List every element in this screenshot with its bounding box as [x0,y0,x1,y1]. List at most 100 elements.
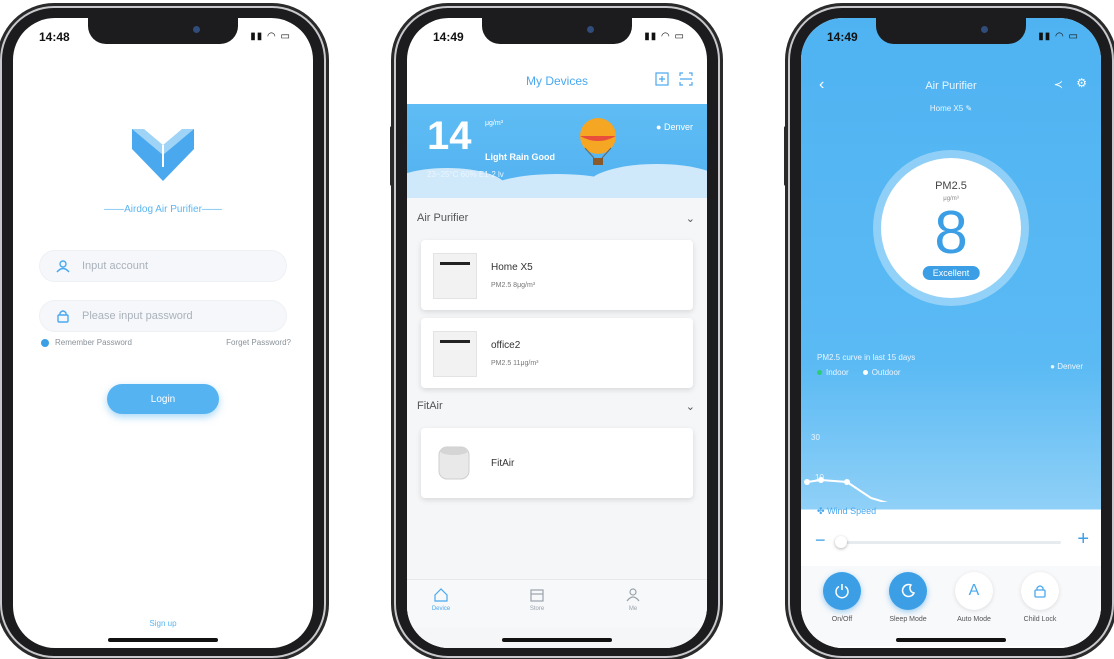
legend-indoor: Indoor [817,368,849,377]
account-placeholder: Input account [82,260,149,272]
tab-me[interactable]: Me [613,588,653,612]
weather-details: 23~25°C 60% E1-2 lv [427,170,504,179]
status-time: 14:48 [39,30,70,44]
device-pm: PM2.5 11μg/m³ [491,360,539,367]
tab-label: Me [628,606,638,612]
home-icon [434,588,448,602]
weather-panel: 14 μg/m³ Light Rain Good 23~25°C 60% E1-… [407,104,707,198]
decrease-wind-button[interactable]: − [815,530,826,551]
device-name: office2 [491,340,521,351]
slider-handle[interactable] [835,536,847,548]
section-air-purifier[interactable]: Air Purifier ⌄ [417,212,695,225]
store-icon [530,589,544,602]
person-icon [626,588,640,602]
tab-label: Store [529,606,545,612]
section-title: Air Purifier [417,212,469,224]
login-screen: 14:48 ▮▮ ◠ ▭ ——Airdog Air Purifier—— Inp… [13,18,313,648]
child-lock-button[interactable]: Child Lock [1005,572,1075,623]
settings-icon[interactable]: ⚙ [1076,76,1087,90]
add-device-icon[interactable] [655,72,669,86]
phone-purifier: 14:49 ▮▮ ◠ ▭ ‹ Air Purifier ≺ ⚙ Home X5 … [784,6,1114,658]
user-icon [56,260,70,273]
device-card[interactable]: Home X5 PM2.5 8μg/m³ [421,240,693,310]
device-card[interactable]: office2 PM2.5 11μg/m³ [421,318,693,388]
pm-unit: μg/m³ [485,120,504,127]
airdog-logo-icon [132,129,194,181]
remember-password-checkbox[interactable]: Remember Password [41,338,132,347]
wind-speed-label: ✤ Wind Speed [817,506,876,517]
status-icons: ▮▮ ◠ ▭ [644,31,685,42]
scan-icon[interactable] [679,72,693,86]
data-point [804,479,810,485]
check-icon [41,338,49,347]
phone-devices: 14:49 ▮▮ ◠ ▭ My Devices 14 μg/m³ Light R… [390,6,720,658]
location-label: ● Denver [656,122,693,132]
outdoor-pm-value: 14 [427,114,472,158]
moon-icon [889,572,927,610]
hot-air-balloon-icon [580,118,616,165]
wind-speed-slider[interactable] [835,541,1061,544]
legend-dot [862,370,868,375]
fitair-image [433,441,475,485]
password-placeholder: Please input password [82,310,193,322]
curve-caption: PM2.5 curve in last 15 days [817,353,916,362]
sleep-mode-button[interactable]: Sleep Mode [873,572,943,623]
control-bar: On/Off Sleep Mode A Auto Mode Child Lock [801,566,1101,646]
fan-icon: ✤ [817,506,825,516]
notch [482,18,632,44]
lock-icon [57,310,69,323]
purifier-screen: 14:49 ▮▮ ◠ ▭ ‹ Air Purifier ≺ ⚙ Home X5 … [801,18,1101,648]
status-time: 14:49 [827,30,858,44]
account-input[interactable]: Input account [39,250,287,282]
chevron-down-icon: ⌄ [685,213,695,225]
share-icon[interactable]: ≺ [1054,78,1063,91]
legend-outdoor-label: Outdoor [871,368,901,377]
pm-value: 8 [934,199,968,266]
device-name: Home X5 [491,262,533,273]
chart-legend: Indoor Outdoor [817,368,901,377]
data-point [818,477,824,483]
increase-wind-button[interactable]: + [1077,528,1089,551]
legend-outdoor: Outdoor [862,368,901,377]
login-button[interactable]: Login [107,384,219,414]
signup-link[interactable]: Sign up [13,619,313,628]
location-label: ● Denver [1050,362,1083,371]
tab-store[interactable]: Store [517,588,557,612]
pm-gauge: PM2.5 μg/m³ 8 Excellent [881,158,1021,298]
wind-speed-text: Wind Speed [827,506,877,516]
status-icons: ▮▮ ◠ ▭ [1038,31,1079,42]
phone-login: 14:48 ▮▮ ◠ ▭ ——Airdog Air Purifier—— Inp… [0,6,326,658]
chevron-down-icon: ⌄ [685,401,695,413]
brand-name: ——Airdog Air Purifier—— [104,204,222,215]
location-pin-icon: ● [1050,362,1055,371]
tab-label: Device [431,606,451,612]
control-label: On/Off [831,616,853,623]
auto-mode-button[interactable]: A Auto Mode [939,572,1009,623]
legend-indoor-label: Indoor [826,368,849,377]
forgot-password-link[interactable]: Forget Password? [226,338,291,347]
device-name: Home X5 [929,104,964,113]
section-fitair[interactable]: FitAir ⌄ [417,400,695,413]
password-input[interactable]: Please input password [39,300,287,332]
tab-device[interactable]: Device [421,588,461,612]
remember-label: Remember Password [55,338,132,347]
tab-bar: Device Store Me [407,579,707,628]
power-button[interactable]: On/Off [807,572,877,623]
legend-dot [817,370,822,375]
city-name: Denver [1057,362,1083,371]
device-subtitle[interactable]: Home X5 ✎ [801,104,1101,113]
city-name: Denver [663,122,693,132]
pm-curve-chart: 30 10 [804,433,888,502]
lock-icon [1021,572,1059,610]
cloud-decoration [587,164,707,198]
device-card[interactable]: FitAir [421,428,693,498]
control-label: Auto Mode [957,616,991,623]
home-indicator [502,638,612,642]
edit-icon: ✎ [965,104,973,113]
location-pin-icon: ● [656,122,662,132]
home-indicator [108,638,218,642]
home-indicator [896,638,1006,642]
chart-tick-30: 30 [811,433,820,442]
quality-badge: Excellent [922,266,980,280]
device-name: FitAir [491,458,515,469]
